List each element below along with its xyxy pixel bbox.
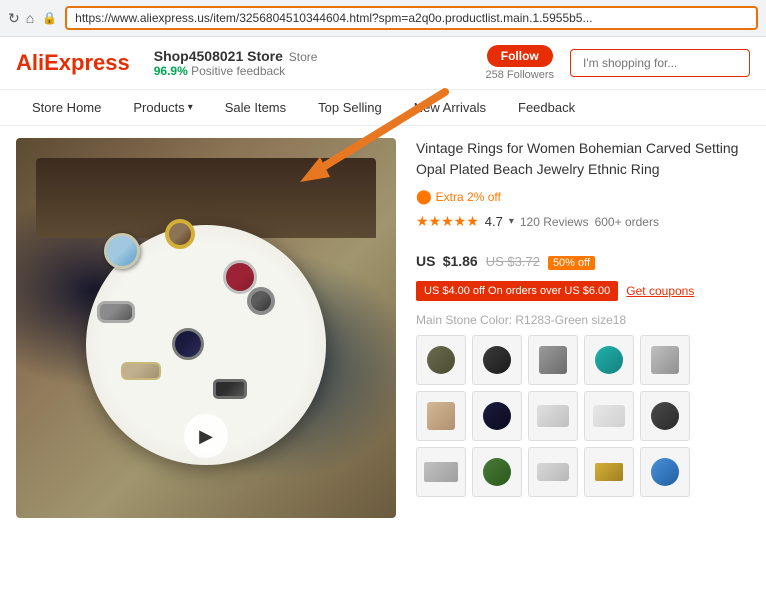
price-main: US $1.86 (416, 242, 478, 273)
product-title: Vintage Rings for Women Bohemian Carved … (416, 138, 750, 180)
stone-option-9[interactable] (584, 391, 634, 441)
stone-color-label: Main Stone Color: R1283-Green size18 (416, 313, 750, 327)
stone-option-3[interactable] (528, 335, 578, 385)
search-input[interactable] (570, 49, 750, 77)
home-icon[interactable]: ⌂ (26, 10, 34, 26)
coupon-row: US $4.00 off On orders over US $6.00 Get… (416, 281, 750, 301)
nav-top-selling[interactable]: Top Selling (302, 90, 398, 125)
store-info: Shop4508021 Store Store 96.9% Positive f… (154, 48, 454, 78)
stone-option-14[interactable] (584, 447, 634, 497)
nav-new-arrivals[interactable]: New Arrivals (398, 90, 502, 125)
product-image-section: ▶ (16, 138, 396, 518)
nav-sale-items[interactable]: Sale Items (209, 90, 302, 125)
product-details: Vintage Rings for Women Bohemian Carved … (416, 138, 750, 518)
review-count: 120 Reviews (520, 215, 589, 229)
get-coupons-link[interactable]: Get coupons (626, 284, 694, 298)
rating-chevron[interactable]: ▾ (509, 216, 514, 227)
extra-off-text: Extra 2% off (436, 190, 501, 204)
stone-option-2[interactable] (472, 335, 522, 385)
play-button[interactable]: ▶ (184, 414, 228, 458)
stone-option-8[interactable] (528, 391, 578, 441)
lock-icon: 🔒 (42, 11, 57, 25)
store-name: Shop4508021 Store Store (154, 48, 454, 64)
product-image-main: ▶ (16, 138, 396, 518)
address-bar[interactable]: https://www.aliexpress.us/item/325680451… (65, 6, 758, 30)
stone-option-7[interactable] (472, 391, 522, 441)
product-image-bg: ▶ (16, 138, 396, 518)
stone-option-4[interactable] (584, 335, 634, 385)
stone-option-10[interactable] (640, 391, 690, 441)
store-feedback: 96.9% Positive feedback (154, 64, 454, 78)
stone-option-1[interactable] (416, 335, 466, 385)
stone-option-12[interactable] (472, 447, 522, 497)
coupon-badge: US $4.00 off On orders over US $6.00 (416, 281, 618, 301)
stone-option-13[interactable] (528, 447, 578, 497)
extra-off-row: ⬤ Extra 2% off (416, 188, 750, 205)
price-original: US $3.72 (486, 254, 540, 269)
browser-bar: ↻ ⌂ 🔒 https://www.aliexpress.us/item/325… (0, 0, 766, 37)
rating-number: 4.7 (485, 214, 503, 229)
nav-feedback[interactable]: Feedback (502, 90, 591, 125)
stone-option-15[interactable] (640, 447, 690, 497)
site-header: AliExpress Shop4508021 Store Store 96.9%… (0, 37, 766, 90)
rating-row: ★★★★★ 4.7 ▾ 120 Reviews 600+ orders (416, 213, 750, 230)
order-count: 600+ orders (595, 215, 659, 229)
store-navigation: Store Home Products Sale Items Top Selli… (0, 90, 766, 126)
extra-off-icon: ⬤ (416, 188, 432, 205)
price-row: US $1.86 US $3.72 50% off (416, 242, 750, 273)
browser-nav-icons: ↻ ⌂ (8, 10, 34, 27)
star-icons: ★★★★★ (416, 213, 479, 230)
follow-button[interactable]: Follow (487, 45, 553, 67)
reload-icon[interactable]: ↻ (8, 10, 20, 27)
nav-products[interactable]: Products (117, 90, 208, 125)
aliexpress-logo: AliExpress (16, 50, 130, 76)
followers-count: 258 Followers (486, 69, 555, 81)
main-content: ▶ Vintage Rings for Women Bohemian Carve… (0, 126, 766, 530)
stone-option-6[interactable] (416, 391, 466, 441)
stone-option-11[interactable] (416, 447, 466, 497)
follow-section: Follow 258 Followers (486, 45, 555, 81)
discount-badge: 50% off (548, 256, 595, 270)
nav-store-home[interactable]: Store Home (16, 90, 117, 125)
stone-color-grid (416, 335, 750, 497)
stone-option-5[interactable] (640, 335, 690, 385)
